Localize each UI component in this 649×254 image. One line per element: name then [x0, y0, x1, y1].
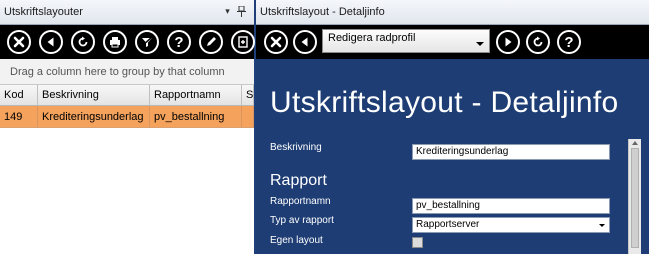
panel-menu-icon[interactable]: ▾: [222, 6, 233, 17]
chevron-down-icon: [476, 42, 484, 46]
rapportnamn-field[interactable]: pv_bestallning: [412, 198, 610, 214]
column-header-beskrivning[interactable]: Beskrivning: [38, 85, 150, 105]
close-button[interactable]: [7, 30, 31, 54]
edit-button[interactable]: [199, 30, 223, 54]
column-header-s[interactable]: S: [242, 85, 254, 105]
detail-refresh-button[interactable]: [526, 30, 550, 54]
column-header-kod[interactable]: Kod: [0, 85, 38, 105]
detail-close-button[interactable]: [264, 30, 288, 54]
refresh-button[interactable]: [71, 30, 95, 54]
row-profile-select-value: Redigera radprofil: [328, 32, 416, 44]
grid-header: Kod Beskrivning Rapportnamn S: [0, 85, 254, 106]
row-rapportnamn: pv_bestallning: [150, 106, 242, 127]
right-toolbar: Redigera radprofil ?: [256, 25, 649, 59]
scroll-thumb[interactable]: [631, 148, 639, 248]
right-panel-titlebar: Utskriftslayout - Detaljinfo: [256, 0, 649, 25]
left-panel-titlebar: Utskriftslayouter ▾: [0, 0, 254, 25]
section-rapport-heading: Rapport: [270, 172, 327, 189]
typ-av-rapport-label: Typ av rapport: [270, 215, 334, 226]
left-toolbar: ?: [0, 25, 255, 59]
back-button[interactable]: [39, 30, 63, 54]
group-hint-text: Drag a column here to group by that colu…: [10, 65, 225, 78]
row-kod: 149: [0, 106, 38, 127]
close-icon: [13, 36, 25, 48]
layout-list-panel: Utskriftslayouter ▾ ? Drag a column here…: [0, 0, 255, 254]
next-button[interactable]: [496, 30, 520, 54]
left-panel-title: Utskriftslayouter: [4, 6, 83, 18]
egen-layout-checkbox[interactable]: [412, 237, 423, 248]
refresh-icon: [533, 36, 543, 47]
table-row[interactable]: 149 Krediteringsunderlag pv_bestallning: [0, 106, 254, 128]
back-icon: [301, 37, 308, 47]
detail-help-button[interactable]: ?: [557, 30, 581, 54]
back-icon: [47, 37, 54, 47]
export-button[interactable]: [231, 30, 255, 54]
detail-scrollbar[interactable]: [628, 139, 641, 254]
row-s: [242, 106, 254, 127]
clear-filter-icon: [141, 36, 153, 47]
help-icon: ?: [174, 33, 184, 51]
page-title: Utskriftslayout - Detaljinfo: [270, 86, 619, 119]
column-header-rapportnamn[interactable]: Rapportnamn: [150, 85, 242, 105]
beskrivning-field[interactable]: Krediteringsunderlag: [412, 144, 610, 160]
row-beskrivning: Krediteringsunderlag: [38, 106, 150, 127]
group-by-area[interactable]: Drag a column here to group by that colu…: [0, 59, 254, 85]
refresh-icon: [78, 36, 88, 47]
help-icon: ?: [564, 33, 574, 51]
detail-panel: Utskriftslayout - Detaljinfo Redigera ra…: [256, 0, 649, 254]
print-button[interactable]: [103, 30, 127, 54]
pin-icon[interactable]: [236, 6, 247, 17]
detail-back-button[interactable]: [293, 30, 317, 54]
typ-av-rapport-value: Rapportserver: [416, 219, 480, 230]
layout-grid: Drag a column here to group by that colu…: [0, 59, 254, 254]
rapportnamn-label: Rapportnamn: [270, 196, 331, 207]
forward-icon: [505, 37, 512, 47]
help-button[interactable]: ?: [167, 30, 191, 54]
close-icon: [270, 36, 282, 48]
print-icon: [110, 37, 120, 48]
typ-av-rapport-select[interactable]: Rapportserver: [412, 217, 610, 233]
chevron-down-icon: [599, 224, 605, 227]
scroll-up-icon[interactable]: [632, 141, 638, 145]
row-profile-select[interactable]: Redigera radprofil: [322, 29, 490, 53]
export-icon: [238, 36, 248, 48]
detail-body: Utskriftslayout - Detaljinfo Beskrivning…: [256, 59, 649, 254]
edit-icon: [207, 37, 216, 46]
beskrivning-label: Beskrivning: [270, 142, 322, 153]
right-panel-title: Utskriftslayout - Detaljinfo: [260, 6, 385, 18]
clear-filter-button[interactable]: [135, 30, 159, 54]
egen-layout-label: Egen layout: [270, 235, 323, 246]
